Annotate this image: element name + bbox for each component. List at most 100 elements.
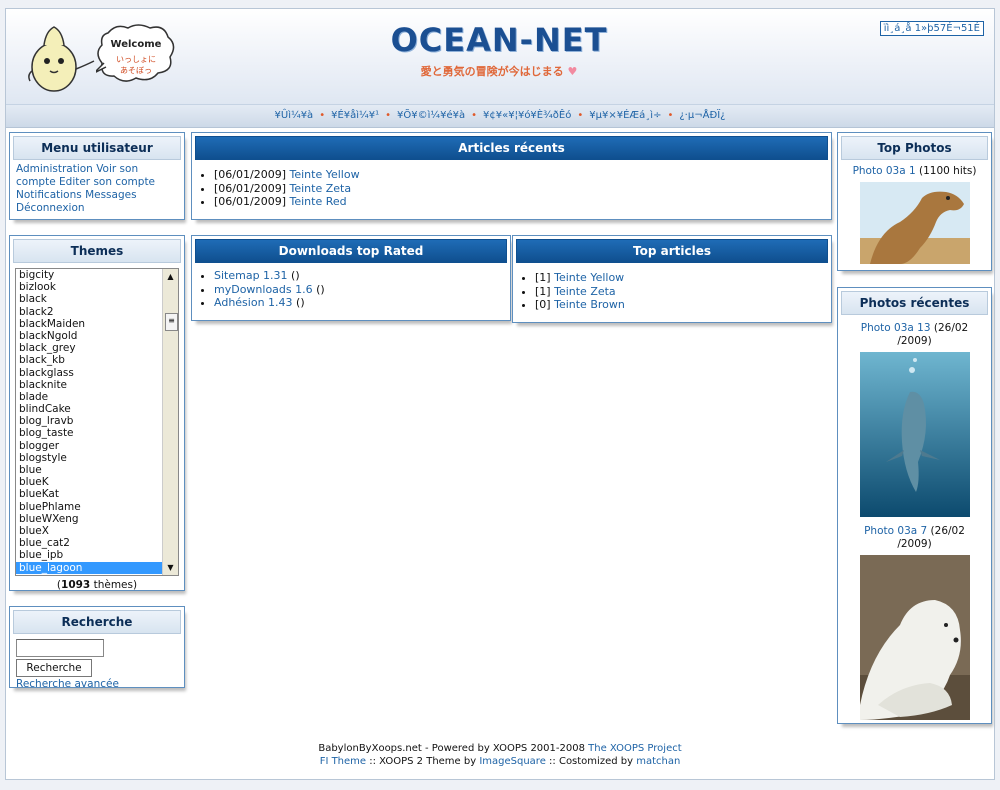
- recent-photos-title: Photos récentes: [841, 291, 988, 315]
- theme-option[interactable]: blackMaiden: [16, 318, 178, 330]
- theme-option[interactable]: blue: [16, 464, 178, 476]
- xoops-project-link[interactable]: The XOOPS Project: [588, 743, 682, 754]
- top-photos-block: Top Photos Photo 03a 1 (1100 hits): [837, 132, 992, 271]
- list-item: [1] Teinte Zeta: [535, 285, 831, 299]
- downloads-list: Sitemap 1.31 () myDownloads 1.6 () Adhés…: [192, 269, 510, 310]
- article-link[interactable]: Teinte Zeta: [554, 285, 616, 298]
- themes-select[interactable]: bigcity bizlook black black2 blackMaiden blac…: [15, 268, 179, 576]
- recent-articles-list: [06/01/2009] Teinte Yellow [06/01/2009] …: [192, 168, 831, 209]
- footer-line-2: FI Theme :: XOOPS 2 Theme by ImageSquare…: [319, 756, 681, 767]
- article-link[interactable]: Teinte Yellow: [554, 271, 624, 284]
- imagesquare-link[interactable]: ImageSquare: [479, 756, 546, 767]
- theme-option[interactable]: blueX: [16, 525, 178, 537]
- list-item: [06/01/2009] Teinte Yellow: [214, 168, 831, 182]
- search-block: Recherche Recherche Recherche avancée: [9, 606, 185, 690]
- theme-option[interactable]: blue_cat2: [16, 537, 178, 549]
- download-link[interactable]: Sitemap 1.31: [214, 269, 288, 282]
- mascot-image: [24, 21, 99, 96]
- theme-option[interactable]: blueWXeng: [16, 513, 178, 525]
- theme-option[interactable]: blueK: [16, 476, 178, 488]
- nav-item-forum[interactable]: ¥Õ¥©ì¼¥é¥à: [397, 110, 465, 121]
- scroll-up-icon[interactable]: ▲: [163, 269, 178, 284]
- theme-option[interactable]: bigcity: [16, 269, 178, 281]
- themes-scrollbar[interactable]: ▲ ≡ ▼: [162, 269, 178, 575]
- scroll-thumb[interactable]: ≡: [165, 313, 178, 331]
- bubble-welcome-text: Welcome: [110, 39, 162, 50]
- search-title: Recherche: [13, 610, 181, 634]
- nav-item-home[interactable]: ¥Ûì¼¥à: [275, 110, 314, 121]
- downloads-title: Downloads top Rated: [195, 239, 507, 263]
- nav-separator: •: [667, 110, 674, 121]
- nav-item-account[interactable]: ¥¢¥«¥¦¥ó¥È¾ðÊó: [483, 110, 571, 121]
- nav-separator: •: [577, 110, 584, 121]
- list-item: Sitemap 1.31 (): [214, 269, 510, 283]
- recent-photo-item: Photo 03a 7 (26/02/2009): [838, 517, 991, 720]
- article-link[interactable]: Teinte Red: [289, 195, 346, 208]
- top-right-link[interactable]: ïì¸á¸å 1»þ57É¬51É: [879, 21, 984, 36]
- recent-photo-link[interactable]: Photo 03a 13: [861, 322, 931, 334]
- fi-theme-link[interactable]: FI Theme: [320, 756, 366, 767]
- scroll-down-icon[interactable]: ▼: [163, 560, 178, 575]
- article-link[interactable]: Teinte Brown: [554, 298, 625, 311]
- recent-photos-block: Photos récentes Photo 03a 13 (26/02/2009…: [837, 287, 992, 724]
- theme-option[interactable]: blog_taste: [16, 427, 178, 439]
- polar-bear-photo[interactable]: [859, 555, 970, 720]
- link-administration[interactable]: Administration: [16, 163, 93, 175]
- top-photos-title: Top Photos: [841, 136, 988, 160]
- themes-count: (1093 thèmes): [56, 579, 138, 591]
- nav-item-news[interactable]: ¥É¥åì¼¥¹: [331, 110, 379, 121]
- nav-separator: •: [385, 110, 392, 121]
- theme-option[interactable]: blue_ipb: [16, 549, 178, 561]
- download-link[interactable]: Adhésion 1.43: [214, 296, 293, 309]
- nav-item-support[interactable]: ¥µ¥×¥ÉÆá¸ì÷: [589, 110, 661, 121]
- search-button[interactable]: Recherche: [16, 659, 92, 677]
- top-articles-block: Top articles [1] Teinte Yellow [1] Teint…: [512, 235, 832, 323]
- theme-option[interactable]: blogstyle: [16, 452, 178, 464]
- recent-photo-item: Photo 03a 13 (26/02/2009): [838, 315, 991, 517]
- welcome-bubble: Welcome いっしょに あそぼっ: [96, 23, 176, 85]
- recent-articles-title: Articles récents: [195, 136, 828, 160]
- page: Welcome いっしょに あそぼっ OCEAN-NET 愛と勇気の冒険が今はじ…: [5, 8, 995, 780]
- theme-option[interactable]: blackglass: [16, 367, 178, 379]
- theme-option[interactable]: black2: [16, 306, 178, 318]
- dolphin-photo[interactable]: [859, 352, 970, 517]
- user-menu-links: Administration Voir son compte Editer so…: [10, 160, 184, 219]
- theme-option[interactable]: blog_lravb: [16, 415, 178, 427]
- link-messages[interactable]: Messages: [85, 189, 137, 201]
- theme-option[interactable]: blindCake: [16, 403, 178, 415]
- recent-photo-link[interactable]: Photo 03a 7: [864, 525, 927, 537]
- site-logo[interactable]: OCEAN-NET: [379, 21, 619, 59]
- article-link[interactable]: Teinte Zeta: [289, 182, 351, 195]
- themes-options: bigcity bizlook black black2 blackMaiden blac…: [16, 269, 178, 574]
- nav-separator: •: [319, 110, 326, 121]
- matchan-link[interactable]: matchan: [636, 756, 680, 767]
- themes-block: Themes bigcity bizlook black black2 blackMai…: [9, 235, 185, 591]
- theme-option[interactable]: blueKat: [16, 488, 178, 500]
- camel-photo[interactable]: [859, 182, 970, 264]
- user-menu-block: Menu utilisateur Administration Voir son…: [9, 132, 185, 220]
- article-link[interactable]: Teinte Yellow: [289, 168, 359, 181]
- theme-option[interactable]: blackNgold: [16, 330, 178, 342]
- theme-option[interactable]: black_grey: [16, 342, 178, 354]
- list-item: [06/01/2009] Teinte Zeta: [214, 182, 831, 196]
- theme-option[interactable]: bluePhlame: [16, 501, 178, 513]
- theme-option[interactable]: blogger: [16, 440, 178, 452]
- search-input[interactable]: [16, 639, 104, 657]
- heart-icon: ♥: [567, 65, 578, 78]
- user-menu-title: Menu utilisateur: [13, 136, 181, 160]
- theme-option[interactable]: bizlook: [16, 281, 178, 293]
- theme-option[interactable]: black_kb: [16, 354, 178, 366]
- top-photo-link[interactable]: Photo 03a 1: [853, 165, 916, 177]
- theme-option[interactable]: blacknite: [16, 379, 178, 391]
- theme-option[interactable]: blade: [16, 391, 178, 403]
- nav-item-register[interactable]: ¿·µ¬ÅÐÏ¿: [679, 110, 725, 121]
- link-logout[interactable]: Déconnexion: [16, 202, 85, 214]
- recent-articles-block: Articles récents [06/01/2009] Teinte Yel…: [191, 132, 832, 220]
- advanced-search-link[interactable]: Recherche avancée: [16, 678, 119, 690]
- link-edit-account[interactable]: Editer son compte: [59, 176, 155, 188]
- link-notifications[interactable]: Notifications: [16, 189, 82, 201]
- list-item: myDownloads 1.6 (): [214, 283, 510, 297]
- download-link[interactable]: myDownloads 1.6: [214, 283, 313, 296]
- theme-option[interactable]: black: [16, 293, 178, 305]
- theme-option[interactable]: blue_lagoon: [16, 561, 178, 574]
